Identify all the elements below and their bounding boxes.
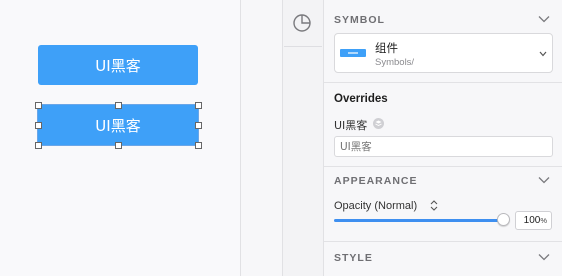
- appearance-section-title[interactable]: APPEARANCE: [334, 175, 418, 187]
- canvas-divider: [240, 0, 241, 276]
- canvas-button-label: UI黑客: [95, 56, 141, 75]
- selected-canvas-button-label: UI黑客: [95, 116, 141, 135]
- section-divider: [324, 166, 562, 167]
- toolbar-strip: [283, 0, 323, 276]
- chevron-down-icon[interactable]: [538, 176, 550, 184]
- pie-chart-icon[interactable]: [291, 12, 313, 34]
- layers-icon: [373, 118, 384, 129]
- updown-arrows-icon[interactable]: [430, 199, 438, 212]
- opacity-value: 100: [523, 215, 541, 226]
- overrides-title: Overrides: [334, 93, 388, 105]
- symbol-name: 组件: [375, 41, 398, 55]
- resize-handle[interactable]: [35, 122, 42, 129]
- opacity-unit: %: [540, 216, 547, 225]
- design-canvas[interactable]: UI黑客 UI黑客: [0, 0, 240, 276]
- chevron-down-icon[interactable]: [538, 253, 550, 261]
- resize-handle[interactable]: [35, 102, 42, 109]
- opacity-slider-knob[interactable]: [497, 213, 510, 226]
- chevron-down-icon[interactable]: [538, 15, 550, 23]
- override-field-label: UI黑客: [334, 119, 368, 132]
- style-section-title[interactable]: STYLE: [334, 252, 373, 264]
- opacity-mode-label[interactable]: Opacity (Normal): [334, 200, 417, 212]
- opacity-slider-track[interactable]: [334, 219, 503, 222]
- resize-handle[interactable]: [35, 142, 42, 149]
- symbol-section-title[interactable]: SYMBOL: [334, 14, 385, 26]
- opacity-value-field[interactable]: 100%: [515, 211, 552, 230]
- resize-handle[interactable]: [195, 142, 202, 149]
- canvas-button[interactable]: UI黑客: [38, 45, 198, 85]
- override-text-input[interactable]: [334, 136, 553, 157]
- strip-separator: [284, 46, 322, 47]
- symbol-thumbnail: [340, 49, 366, 57]
- chevron-down-icon: [539, 51, 547, 57]
- resize-handle[interactable]: [115, 142, 122, 149]
- symbol-path: Symbols/: [375, 57, 415, 68]
- resize-handle[interactable]: [195, 122, 202, 129]
- selected-canvas-button[interactable]: UI黑客: [37, 104, 199, 146]
- section-divider: [324, 82, 562, 83]
- section-divider: [324, 241, 562, 242]
- resize-handle[interactable]: [115, 102, 122, 109]
- resize-handle[interactable]: [195, 102, 202, 109]
- symbol-selector[interactable]: 组件 Symbols/: [334, 33, 553, 73]
